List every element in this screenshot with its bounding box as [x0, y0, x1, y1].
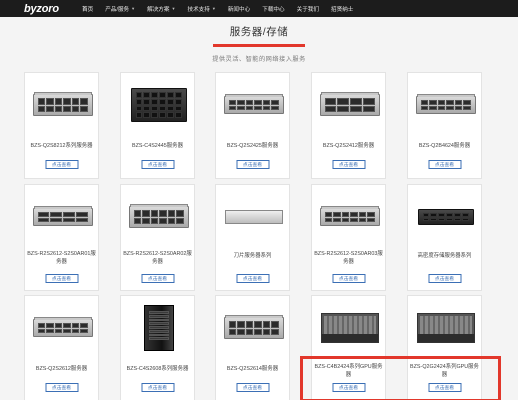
product-card[interactable]: BZS-Q2B4624服务器 点击查看 — [407, 72, 482, 179]
product-name[interactable]: BZS-Q2B4624服务器 — [410, 142, 479, 150]
nav-item-support[interactable]: 技术支持 ▼ — [181, 0, 221, 17]
nav-item-label: 下载中心 — [262, 6, 285, 13]
blade-server-icon — [222, 195, 285, 239]
product-card[interactable]: BZS-C4S2608系列服务器 点击查看 — [120, 295, 195, 400]
view-details-button[interactable]: 点击查看 — [236, 383, 269, 392]
nav-item-news[interactable]: 新闻中心 — [222, 0, 256, 17]
nav-item-downloads[interactable]: 下载中心 — [256, 0, 290, 17]
product-name[interactable]: BZS-Q2S2612服务器 — [27, 365, 96, 373]
product-card[interactable]: BZS-R2S2612-S2S0AR02服务器点击查看 — [120, 184, 195, 291]
view-details-button[interactable]: 点击查看 — [236, 160, 269, 169]
rack-server-icon — [31, 195, 94, 239]
view-details-button[interactable]: 点击查看 — [236, 274, 269, 283]
product-card[interactable]: BZS-C4S2445服务器 点击查看 — [120, 72, 195, 179]
nav-item-label: 解决方案 — [147, 6, 170, 13]
product-card[interactable]: BZS-Q2S2612服务器 点击查看 — [24, 295, 99, 400]
rack-server-icon — [318, 83, 381, 127]
nav-item-label: 新闻中心 — [227, 6, 251, 13]
product-name[interactable]: BZS-R2S2612-S2S0AR02服务器 — [123, 250, 192, 266]
product-card[interactable]: BZS-Q2S8212系列服务器 点击查看 — [24, 72, 99, 179]
tower-server-icon — [127, 305, 190, 351]
nav-item-label: 关于我们 — [296, 6, 319, 13]
title-underline — [213, 44, 305, 47]
chevron-down-icon: ▼ — [131, 6, 136, 11]
product-name[interactable]: 高密度存储服务器系列 — [410, 252, 479, 260]
nav-item-about[interactable]: 关于我们 — [291, 0, 325, 17]
view-details-button[interactable]: 点击查看 — [428, 160, 461, 169]
chevron-down-icon: ▼ — [171, 6, 176, 11]
view-details-button[interactable]: 点击查看 — [141, 274, 174, 283]
highlight-box — [300, 356, 501, 400]
rack-server-icon — [31, 306, 94, 350]
product-name[interactable]: BZS-Q2S2412服务器 — [314, 142, 383, 150]
view-details-button[interactable]: 点击查看 — [45, 383, 78, 392]
top-navigation-bar: byzoro 首页 产品/服务 ▼ 解决方案 ▼ 技术支持 ▼ 新闻中心 下载中心 关… — [0, 0, 518, 17]
logo[interactable]: byzoro — [24, 3, 76, 15]
product-card[interactable]: 刀片服务器系列 点击查看 — [215, 184, 290, 291]
rack-server-icon — [31, 83, 94, 127]
dark-storage-server-icon — [127, 83, 190, 127]
rack-server-icon — [127, 195, 190, 239]
product-name[interactable]: BZS-Q2S2614服务器 — [218, 365, 287, 373]
dark-storage-server-icon — [414, 195, 477, 239]
nav-item-products[interactable]: 产品/服务 ▼ — [99, 0, 141, 17]
view-details-button[interactable]: 点击查看 — [141, 160, 174, 169]
product-name[interactable]: BZS-R2S2612-S2S0AR03服务器 — [314, 250, 383, 266]
product-name[interactable]: BZS-Q2S2425服务器 — [218, 142, 287, 150]
view-details-button[interactable]: 点击查看 — [428, 274, 461, 283]
view-details-button[interactable]: 点击查看 — [332, 274, 365, 283]
gpu-server-icon — [318, 306, 381, 350]
nav-item-solutions[interactable]: 解决方案 ▼ — [141, 0, 181, 17]
section-subtitle: 提供灵活、智能的网络接入服务 — [212, 56, 306, 63]
section-heading: 服务器/存储 提供灵活、智能的网络接入服务 — [0, 24, 518, 63]
view-details-button[interactable]: 点击查看 — [45, 274, 78, 283]
section-title: 服务器/存储 — [229, 26, 289, 38]
product-name[interactable]: BZS-R2S2612-S2S0AR01服务器 — [27, 250, 96, 266]
rack-server-icon — [222, 83, 285, 127]
rack-server-icon — [414, 83, 477, 127]
product-name[interactable]: BZS-Q2S8212系列服务器 — [27, 142, 96, 150]
rack-server-icon — [318, 195, 381, 239]
product-card[interactable]: 高密度存储服务器系列 点击查看 — [407, 184, 482, 291]
nav-item-home[interactable]: 首页 — [76, 0, 99, 17]
product-name[interactable]: BZS-C4S2608系列服务器 — [123, 365, 192, 373]
gpu-server-icon — [414, 306, 477, 350]
view-details-button[interactable]: 点击查看 — [141, 383, 174, 392]
rack-server-icon — [222, 306, 285, 350]
nav-item-label: 产品/服务 — [105, 6, 130, 13]
nav-item-label: 技术支持 — [187, 6, 210, 13]
view-details-button[interactable]: 点击查看 — [332, 160, 365, 169]
product-card[interactable]: BZS-Q2S2614服务器 点击查看 — [215, 295, 290, 400]
product-card[interactable]: BZS-Q2S2412服务器 点击查看 — [311, 72, 386, 179]
product-card[interactable]: BZS-R2S2612-S2S0AR01服务器点击查看 — [24, 184, 99, 291]
nav-item-label: 招贤纳士 — [331, 6, 354, 13]
main-nav: 首页 产品/服务 ▼ 解决方案 ▼ 技术支持 ▼ 新闻中心 下载中心 关于我们 招贤纳… — [76, 0, 359, 17]
product-card[interactable]: BZS-R2S2612-S2S0AR03服务器点击查看 — [311, 184, 386, 291]
product-name[interactable]: 刀片服务器系列 — [218, 252, 287, 260]
chevron-down-icon: ▼ — [211, 6, 216, 11]
nav-item-label: 首页 — [82, 6, 94, 13]
product-card[interactable]: BZS-Q2S2425服务器 点击查看 — [215, 72, 290, 179]
view-details-button[interactable]: 点击查看 — [45, 160, 78, 169]
product-name[interactable]: BZS-C4S2445服务器 — [123, 142, 192, 150]
nav-item-careers[interactable]: 招贤纳士 — [325, 0, 359, 17]
